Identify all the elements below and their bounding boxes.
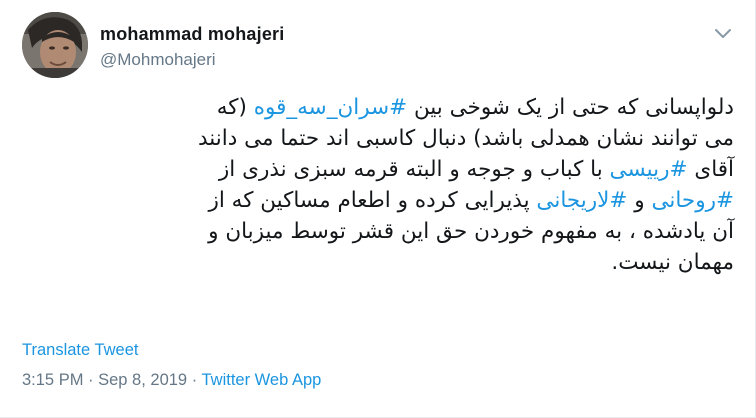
tweet-meta: 3:15 PM · Sep 8, 2019 · Twitter Web App [22,371,321,390]
tweet-line: می توانند نشان همدلی باشد) دنبال کاسبی ا… [197,126,734,151]
tweet-line: مهمان نیست. [611,250,734,275]
text-segment: پذیرایی کرده و اطعام مساکین که از [208,188,537,213]
tweet-line: آن یادشده ، به مفهوم خوردن حق این قشر تو… [208,219,734,244]
text-segment: آقای [687,157,734,182]
avatar[interactable] [22,12,88,78]
tweet-card: mohammad mohajeri @Mohmohajeri دلواپسانی… [0,0,756,418]
tweet-text: دلواپسانی که حتی از یک شوخی بین #سران_سه… [22,92,734,278]
tweet-line: آقای #رییسی با کباب و جوجه و البته قرمه … [22,154,734,185]
user-handle[interactable]: @Mohmohajeri [100,50,216,70]
hashtag-link[interactable]: #لاریجانی [536,188,627,213]
translate-tweet-link[interactable]: Translate Tweet [22,341,138,360]
tweet-line: #روحانی و #لاریجانی پذیرایی کرده و اطعام… [22,185,734,216]
display-name[interactable]: mohammad mohajeri [100,24,284,45]
timestamp[interactable]: 3:15 PM · Sep 8, 2019 · [22,371,201,389]
tweet-line: دلواپسانی که حتی از یک شوخی بین #سران_سه… [22,92,734,123]
text-segment: دلواپسانی که حتی از یک شوخی بین [407,95,734,120]
source-link[interactable]: Twitter Web App [201,371,321,389]
hashtag-link[interactable]: #رییسی [610,157,688,182]
text-segment: با کباب و جوجه و البته قرمه سبزی نذری از [218,157,610,182]
text-segment: و [627,188,652,213]
profile-photo [22,12,88,78]
text-segment: (که [216,95,254,120]
chevron-down-icon[interactable] [712,26,734,42]
hashtag-link[interactable]: #سران_سه_قوه [254,95,407,120]
hashtag-link[interactable]: #روحانی [651,188,734,213]
